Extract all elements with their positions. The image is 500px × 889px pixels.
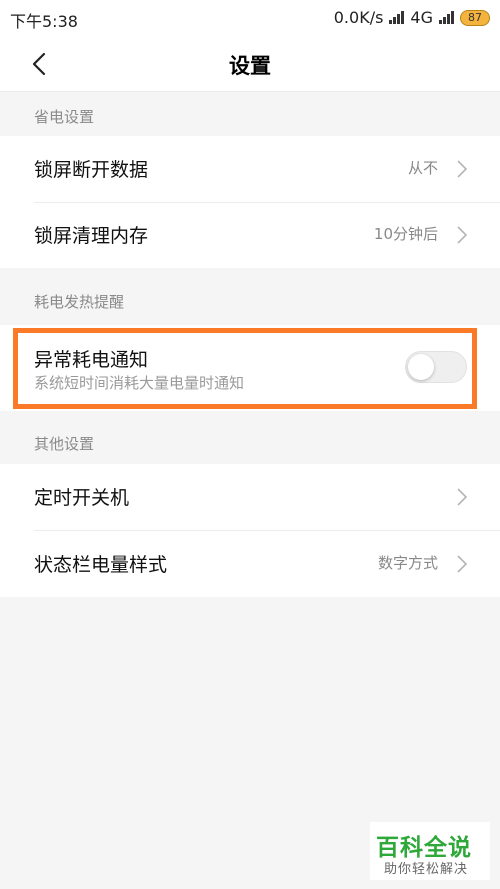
status-time: 下午5:38 — [10, 12, 78, 31]
chevron-right-icon — [457, 160, 468, 178]
network-type: 4G — [410, 8, 433, 27]
row-scheduled-power[interactable]: 定时开关机 — [0, 464, 500, 530]
row-value: 10分钟后 — [373, 225, 438, 243]
section-header-power-alert: 耗电发热提醒 — [34, 293, 125, 311]
section-other: 定时开关机 状态栏电量样式 数字方式 — [0, 464, 500, 597]
signal-icon — [389, 11, 405, 24]
status-bar: 下午5:38 0.0K/s 4G 87 — [0, 0, 500, 36]
highlight-box — [13, 328, 477, 409]
nav-bar: 设置 — [0, 36, 500, 92]
signal-icon-2 — [439, 11, 454, 24]
row-label: 锁屏断开数据 — [34, 159, 149, 181]
watermark-subtitle: 助你轻松解决 — [384, 862, 469, 877]
row-value: 从不 — [407, 159, 438, 177]
section-header-power-saving: 省电设置 — [34, 108, 95, 126]
row-lock-clear-memory[interactable]: 锁屏清理内存 10分钟后 — [0, 202, 500, 268]
watermark-logo: 百科全说 助你轻松解决 — [370, 822, 490, 880]
row-label: 锁屏清理内存 — [34, 225, 149, 247]
section-power-saving: 锁屏断开数据 从不 锁屏清理内存 10分钟后 — [0, 136, 500, 268]
chevron-right-icon — [457, 488, 468, 506]
row-value: 数字方式 — [377, 554, 438, 572]
chevron-right-icon — [457, 226, 468, 244]
battery-icon: 87 — [460, 9, 490, 26]
row-label: 状态栏电量样式 — [34, 554, 168, 576]
page-title: 设置 — [229, 54, 271, 78]
row-lock-disconnect-data[interactable]: 锁屏断开数据 从不 — [0, 136, 500, 202]
row-battery-style[interactable]: 状态栏电量样式 数字方式 — [0, 531, 500, 597]
row-label: 定时开关机 — [34, 487, 130, 509]
section-header-other: 其他设置 — [34, 435, 95, 453]
network-speed: 0.0K/s — [333, 8, 384, 27]
chevron-right-icon — [457, 555, 468, 573]
status-indicators: 0.0K/s 4G 87 — [334, 8, 490, 27]
watermark-title: 百科全说 — [376, 835, 472, 861]
